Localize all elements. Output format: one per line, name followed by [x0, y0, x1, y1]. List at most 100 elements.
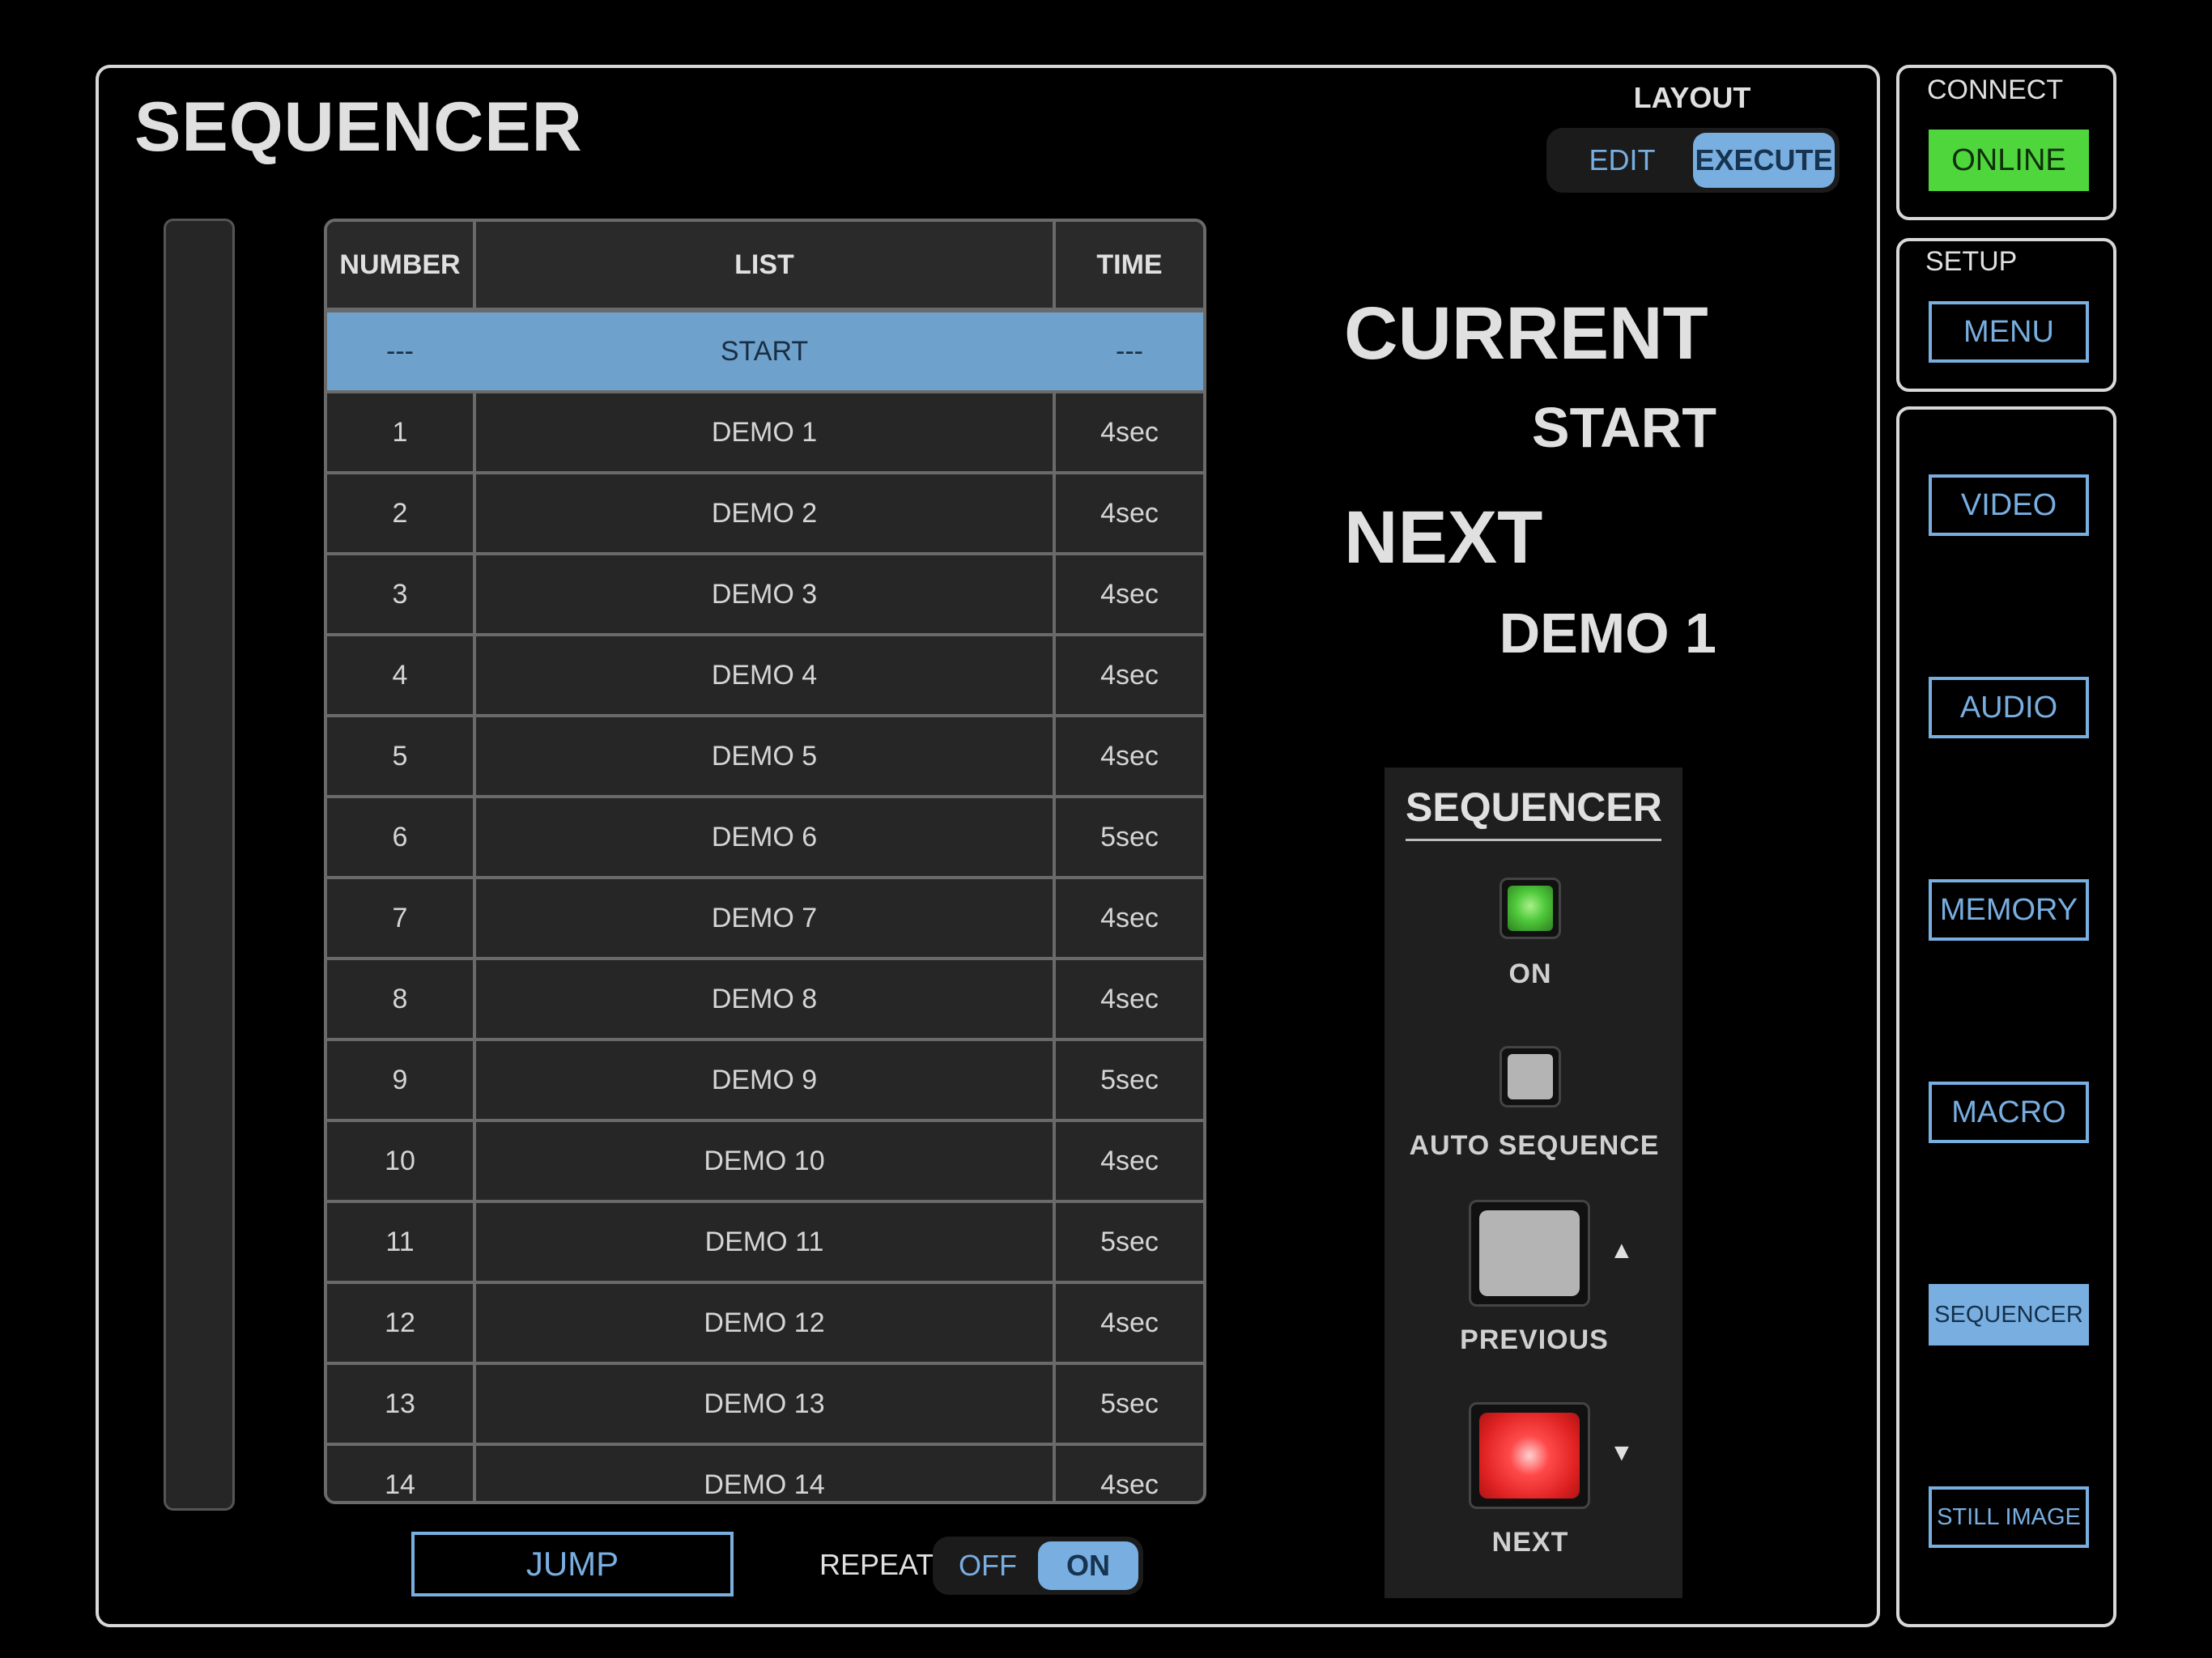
- row-number: 9: [327, 1039, 476, 1122]
- table-row[interactable]: 7 DEMO 7 4sec: [327, 878, 1203, 960]
- row-list-name: DEMO 5: [474, 716, 1056, 798]
- row-list-name: DEMO 9: [474, 1039, 1056, 1122]
- previous-button[interactable]: [1469, 1200, 1590, 1307]
- row-number: 5: [327, 716, 476, 798]
- repeat-label: REPEAT: [819, 1548, 934, 1581]
- setup-label: SETUP: [1925, 246, 2018, 277]
- auto-sequence-lamp-icon: [1508, 1054, 1553, 1099]
- row-time: 5sec: [1054, 1363, 1203, 1446]
- row-list-name: DEMO 13: [474, 1363, 1056, 1446]
- online-button[interactable]: ONLINE: [1929, 130, 2089, 191]
- table-row[interactable]: 5 DEMO 5 4sec: [327, 716, 1203, 798]
- row-number: 14: [327, 1444, 476, 1501]
- table-row[interactable]: 6 DEMO 6 5sec: [327, 797, 1203, 879]
- row-list-name: DEMO 4: [474, 635, 1056, 717]
- row-time: ---: [1054, 310, 1203, 393]
- row-list-name: DEMO 1: [474, 392, 1056, 474]
- on-lamp-icon: [1508, 886, 1553, 931]
- table-row[interactable]: 11 DEMO 11 5sec: [327, 1201, 1203, 1284]
- auto-sequence-label: AUTO SEQUENCE: [1409, 1130, 1660, 1161]
- row-number: 3: [327, 554, 476, 636]
- table-row[interactable]: 3 DEMO 3 4sec: [327, 554, 1203, 636]
- row-time: 5sec: [1054, 797, 1203, 879]
- next-value: DEMO 1: [1499, 602, 1716, 665]
- auto-sequence-button[interactable]: [1499, 1046, 1561, 1107]
- row-time: 4sec: [1054, 1282, 1203, 1365]
- menu-button[interactable]: MENU: [1929, 301, 2089, 363]
- next-button-face: [1479, 1413, 1580, 1499]
- row-time: 4sec: [1054, 959, 1203, 1041]
- nav-video-button[interactable]: VIDEO: [1929, 474, 2089, 536]
- list-scrollbar[interactable]: [164, 219, 235, 1511]
- repeat-toggle: OFF ON: [933, 1537, 1143, 1595]
- row-list-name: DEMO 6: [474, 797, 1056, 879]
- layout-edit-button[interactable]: EDIT: [1551, 133, 1693, 188]
- table-row[interactable]: 2 DEMO 2 4sec: [327, 473, 1203, 555]
- row-time: 4sec: [1054, 1120, 1203, 1203]
- layout-label: LAYOUT: [1633, 81, 1751, 114]
- row-list-name: DEMO 3: [474, 554, 1056, 636]
- row-number: 8: [327, 959, 476, 1041]
- table-row[interactable]: 9 DEMO 9 5sec: [327, 1039, 1203, 1122]
- arrow-down-icon: ▼: [1610, 1439, 1634, 1466]
- row-number: 10: [327, 1120, 476, 1203]
- table-row[interactable]: 13 DEMO 13 5sec: [327, 1363, 1203, 1446]
- repeat-off-button[interactable]: OFF: [938, 1541, 1038, 1590]
- row-time: 4sec: [1054, 554, 1203, 636]
- row-list-name: START: [474, 310, 1056, 393]
- sequence-list-table: NUMBER LIST TIME --- START --- 1 DEMO 1 4sec 2…: [324, 219, 1206, 1504]
- row-time: 5sec: [1054, 1201, 1203, 1284]
- row-number: 1: [327, 392, 476, 474]
- nav-sequencer-button[interactable]: SEQUENCER: [1929, 1284, 2089, 1346]
- row-time: 5sec: [1054, 1039, 1203, 1122]
- connect-label: CONNECT: [1927, 74, 2064, 105]
- row-list-name: DEMO 2: [474, 473, 1056, 555]
- row-time: 4sec: [1054, 635, 1203, 717]
- row-number: 11: [327, 1201, 476, 1284]
- arrow-up-icon: ▲: [1610, 1237, 1634, 1264]
- row-number: 12: [327, 1282, 476, 1365]
- sequencer-on-button[interactable]: [1499, 878, 1561, 939]
- column-header-time: TIME: [1054, 222, 1203, 312]
- table-row[interactable]: 8 DEMO 8 4sec: [327, 959, 1203, 1041]
- nav-memory-button[interactable]: MEMORY: [1929, 879, 2089, 941]
- table-row[interactable]: 10 DEMO 10 4sec: [327, 1120, 1203, 1203]
- row-number: 4: [327, 635, 476, 717]
- row-number: 6: [327, 797, 476, 879]
- row-time: 4sec: [1054, 392, 1203, 474]
- page-title: SEQUENCER: [134, 88, 583, 166]
- column-header-number: NUMBER: [327, 222, 476, 312]
- row-number: 13: [327, 1363, 476, 1446]
- jump-button[interactable]: JUMP: [411, 1532, 734, 1596]
- table-row[interactable]: 12 DEMO 12 4sec: [327, 1282, 1203, 1365]
- nav-macro-button[interactable]: MACRO: [1929, 1082, 2089, 1143]
- row-number: 2: [327, 473, 476, 555]
- layout-toggle: EDIT EXECUTE: [1546, 128, 1840, 193]
- row-time: 4sec: [1054, 473, 1203, 555]
- table-row[interactable]: 1 DEMO 1 4sec: [327, 392, 1203, 474]
- layout-execute-button[interactable]: EXECUTE: [1693, 133, 1835, 188]
- row-number: ---: [327, 310, 476, 393]
- row-time: 4sec: [1054, 1444, 1203, 1501]
- previous-label: PREVIOUS: [1460, 1324, 1609, 1355]
- row-list-name: DEMO 11: [474, 1201, 1056, 1284]
- navigation-panel: [1896, 406, 2116, 1627]
- current-value: START: [1531, 396, 1716, 459]
- next-button[interactable]: [1469, 1402, 1590, 1509]
- row-time: 4sec: [1054, 716, 1203, 798]
- current-heading: CURRENT: [1344, 292, 1708, 375]
- table-row[interactable]: 14 DEMO 14 4sec: [327, 1444, 1203, 1501]
- sequencer-control-title: SEQUENCER: [1406, 784, 1662, 830]
- row-list-name: DEMO 12: [474, 1282, 1056, 1365]
- row-list-name: DEMO 8: [474, 959, 1056, 1041]
- column-header-list: LIST: [474, 222, 1056, 312]
- repeat-on-button[interactable]: ON: [1038, 1541, 1138, 1590]
- title-divider: [1406, 839, 1661, 841]
- nav-audio-button[interactable]: AUDIO: [1929, 677, 2089, 738]
- row-number: 7: [327, 878, 476, 960]
- previous-button-face: [1479, 1210, 1580, 1296]
- row-time: 4sec: [1054, 878, 1203, 960]
- table-row[interactable]: --- START ---: [327, 310, 1203, 393]
- table-row[interactable]: 4 DEMO 4 4sec: [327, 635, 1203, 717]
- nav-still-image-button[interactable]: STILL IMAGE: [1929, 1486, 2089, 1548]
